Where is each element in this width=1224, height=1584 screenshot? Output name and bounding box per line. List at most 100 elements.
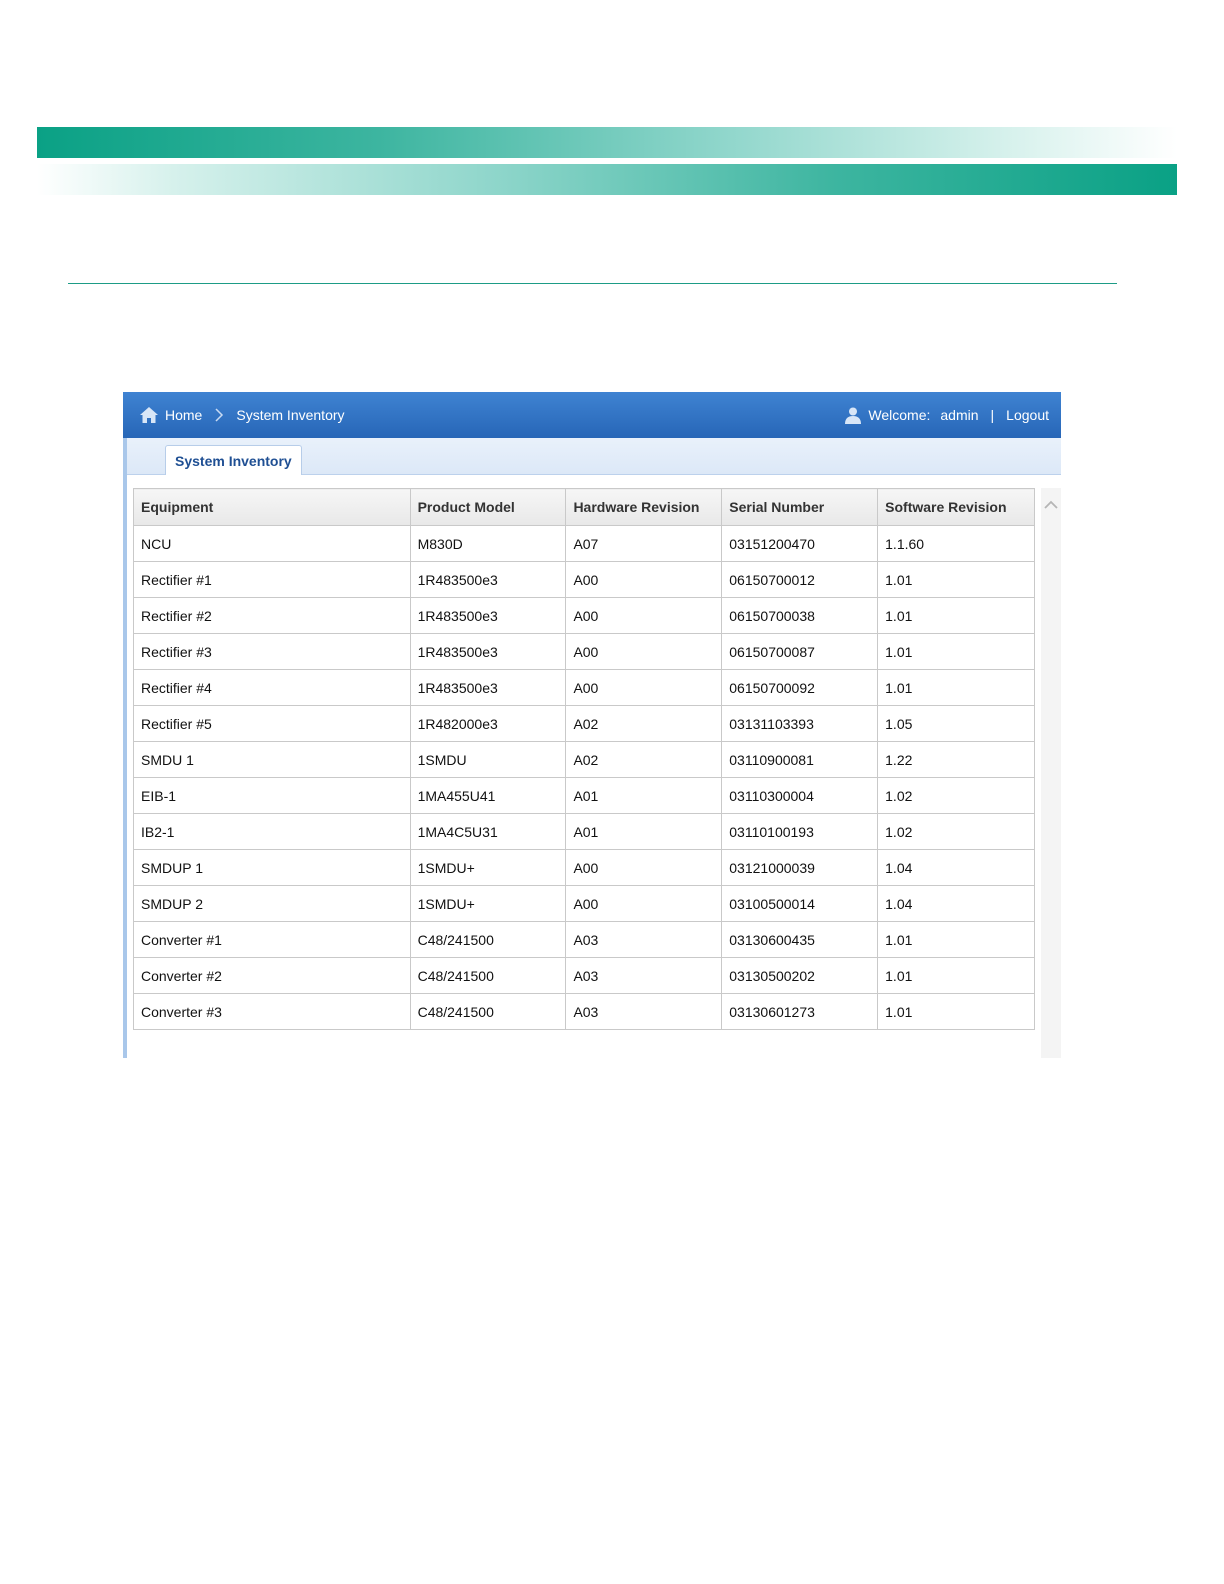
cell-software-revision: 1.01 bbox=[877, 669, 1035, 706]
table-row[interactable]: Rectifier #3 1R483500e3 A00 06150700087 1.01 bbox=[133, 633, 1035, 670]
user-icon bbox=[845, 407, 862, 424]
cell-product-model: 1SMDU+ bbox=[409, 885, 567, 922]
table-row[interactable]: Converter #3 C48/241500 A03 03130601273 1.01 bbox=[133, 993, 1035, 1030]
inventory-table-container: Equipment Product Model Hardware Revisio… bbox=[133, 488, 1035, 1030]
welcome-label: Welcome: bbox=[868, 407, 931, 423]
cell-hardware-revision: A00 bbox=[565, 633, 723, 670]
top-navigation-bar: Home System Inventory Welcome: admin | L… bbox=[123, 392, 1061, 438]
table-row[interactable]: EIB-1 1MA455U41 A01 03110300004 1.02 bbox=[133, 777, 1035, 814]
user-area: Welcome: admin | Logout bbox=[844, 392, 1049, 438]
breadcrumb-current[interactable]: System Inventory bbox=[236, 407, 344, 423]
cell-product-model: 1R483500e3 bbox=[409, 561, 567, 598]
cell-equipment: Converter #1 bbox=[133, 921, 411, 958]
table-body: NCU M830D A07 03151200470 1.1.60 Rectifier #1… bbox=[133, 525, 1035, 1030]
cell-serial-number: 03110900081 bbox=[721, 741, 879, 778]
cell-software-revision: 1.1.60 bbox=[877, 525, 1035, 562]
table-row[interactable]: Rectifier #4 1R483500e3 A00 06150700092 1.01 bbox=[133, 669, 1035, 706]
cell-serial-number: 06150700012 bbox=[721, 561, 879, 598]
cell-equipment: Rectifier #2 bbox=[133, 597, 411, 634]
section-divider bbox=[68, 283, 1117, 284]
header-band-top bbox=[37, 127, 1177, 158]
chevron-up-icon[interactable] bbox=[1041, 498, 1061, 512]
system-inventory-screenshot: Home System Inventory Welcome: admin | L… bbox=[123, 392, 1061, 1058]
table-row[interactable]: IB2-1 1MA4C5U31 A01 03110100193 1.02 bbox=[133, 813, 1035, 850]
cell-hardware-revision: A00 bbox=[565, 597, 723, 634]
cell-serial-number: 06150700087 bbox=[721, 633, 879, 670]
cell-software-revision: 1.02 bbox=[877, 777, 1035, 814]
cell-product-model: C48/241500 bbox=[409, 957, 567, 994]
breadcrumb: Home System Inventory bbox=[139, 392, 345, 438]
column-header-software-revision[interactable]: Software Revision bbox=[877, 488, 1035, 526]
cell-hardware-revision: A00 bbox=[565, 561, 723, 598]
cell-serial-number: 03130500202 bbox=[721, 957, 879, 994]
cell-equipment: NCU bbox=[133, 525, 411, 562]
cell-serial-number: 03131103393 bbox=[721, 705, 879, 742]
cell-equipment: SMDUP 2 bbox=[133, 885, 411, 922]
cell-product-model: 1MA455U41 bbox=[409, 777, 567, 814]
cell-software-revision: 1.01 bbox=[877, 993, 1035, 1030]
cell-software-revision: 1.01 bbox=[877, 633, 1035, 670]
column-header-serial-number[interactable]: Serial Number bbox=[721, 488, 879, 526]
table-row[interactable]: Converter #2 C48/241500 A03 03130500202 1.01 bbox=[133, 957, 1035, 994]
cell-product-model: 1MA4C5U31 bbox=[409, 813, 567, 850]
cell-software-revision: 1.01 bbox=[877, 921, 1035, 958]
cell-hardware-revision: A03 bbox=[565, 957, 723, 994]
cell-product-model: 1R483500e3 bbox=[409, 597, 567, 634]
cell-equipment: Converter #2 bbox=[133, 957, 411, 994]
username-link[interactable]: admin bbox=[940, 407, 978, 423]
cell-hardware-revision: A07 bbox=[565, 525, 723, 562]
cell-product-model: M830D bbox=[409, 525, 567, 562]
cell-equipment: Converter #3 bbox=[133, 993, 411, 1030]
table-row[interactable]: Converter #1 C48/241500 A03 03130600435 1.01 bbox=[133, 921, 1035, 958]
home-icon[interactable] bbox=[139, 405, 159, 425]
vertical-scrollbar[interactable] bbox=[1041, 488, 1061, 1058]
cell-hardware-revision: A02 bbox=[565, 705, 723, 742]
cell-product-model: C48/241500 bbox=[409, 993, 567, 1030]
table-row[interactable]: SMDUP 1 1SMDU+ A00 03121000039 1.04 bbox=[133, 849, 1035, 886]
table-header-row: Equipment Product Model Hardware Revisio… bbox=[133, 488, 1035, 526]
table-row[interactable]: Rectifier #2 1R483500e3 A00 06150700038 1.01 bbox=[133, 597, 1035, 634]
column-header-product-model[interactable]: Product Model bbox=[409, 488, 567, 526]
breadcrumb-home[interactable]: Home bbox=[165, 407, 202, 423]
cell-equipment: Rectifier #1 bbox=[133, 561, 411, 598]
cell-serial-number: 03110300004 bbox=[721, 777, 879, 814]
table-row[interactable]: SMDUP 2 1SMDU+ A00 03100500014 1.04 bbox=[133, 885, 1035, 922]
cell-product-model: 1R482000e3 bbox=[409, 705, 567, 742]
cell-software-revision: 1.02 bbox=[877, 813, 1035, 850]
cell-equipment: Rectifier #5 bbox=[133, 705, 411, 742]
cell-hardware-revision: A00 bbox=[565, 849, 723, 886]
cell-hardware-revision: A03 bbox=[565, 921, 723, 958]
cell-serial-number: 03121000039 bbox=[721, 849, 879, 886]
cell-equipment: EIB-1 bbox=[133, 777, 411, 814]
cell-product-model: 1R483500e3 bbox=[409, 669, 567, 706]
cell-hardware-revision: A01 bbox=[565, 777, 723, 814]
header-band-bottom bbox=[37, 164, 1177, 195]
cell-serial-number: 03110100193 bbox=[721, 813, 879, 850]
cell-equipment: Rectifier #3 bbox=[133, 633, 411, 670]
cell-hardware-revision: A02 bbox=[565, 741, 723, 778]
table-row[interactable]: SMDU 1 1SMDU A02 03110900081 1.22 bbox=[133, 741, 1035, 778]
cell-software-revision: 1.04 bbox=[877, 849, 1035, 886]
logout-link[interactable]: Logout bbox=[1006, 407, 1049, 423]
table-row[interactable]: NCU M830D A07 03151200470 1.1.60 bbox=[133, 525, 1035, 562]
cell-serial-number: 03130600435 bbox=[721, 921, 879, 958]
cell-product-model: C48/241500 bbox=[409, 921, 567, 958]
cell-software-revision: 1.04 bbox=[877, 885, 1035, 922]
cell-product-model: 1SMDU bbox=[409, 741, 567, 778]
cell-serial-number: 06150700038 bbox=[721, 597, 879, 634]
cell-equipment: IB2-1 bbox=[133, 813, 411, 850]
table-row[interactable]: Rectifier #1 1R483500e3 A00 06150700012 1.01 bbox=[133, 561, 1035, 598]
column-header-equipment[interactable]: Equipment bbox=[133, 488, 411, 526]
tab-system-inventory[interactable]: System Inventory bbox=[165, 445, 302, 475]
cell-product-model: 1R483500e3 bbox=[409, 633, 567, 670]
cell-serial-number: 03130601273 bbox=[721, 993, 879, 1030]
cell-hardware-revision: A01 bbox=[565, 813, 723, 850]
cell-software-revision: 1.01 bbox=[877, 561, 1035, 598]
table-row[interactable]: Rectifier #5 1R482000e3 A02 03131103393 1.05 bbox=[133, 705, 1035, 742]
document-page: Home System Inventory Welcome: admin | L… bbox=[0, 0, 1224, 1584]
chevron-right-icon bbox=[215, 408, 224, 422]
column-header-hardware-revision[interactable]: Hardware Revision bbox=[565, 488, 723, 526]
user-divider: | bbox=[990, 407, 995, 423]
cell-hardware-revision: A03 bbox=[565, 993, 723, 1030]
cell-serial-number: 03100500014 bbox=[721, 885, 879, 922]
